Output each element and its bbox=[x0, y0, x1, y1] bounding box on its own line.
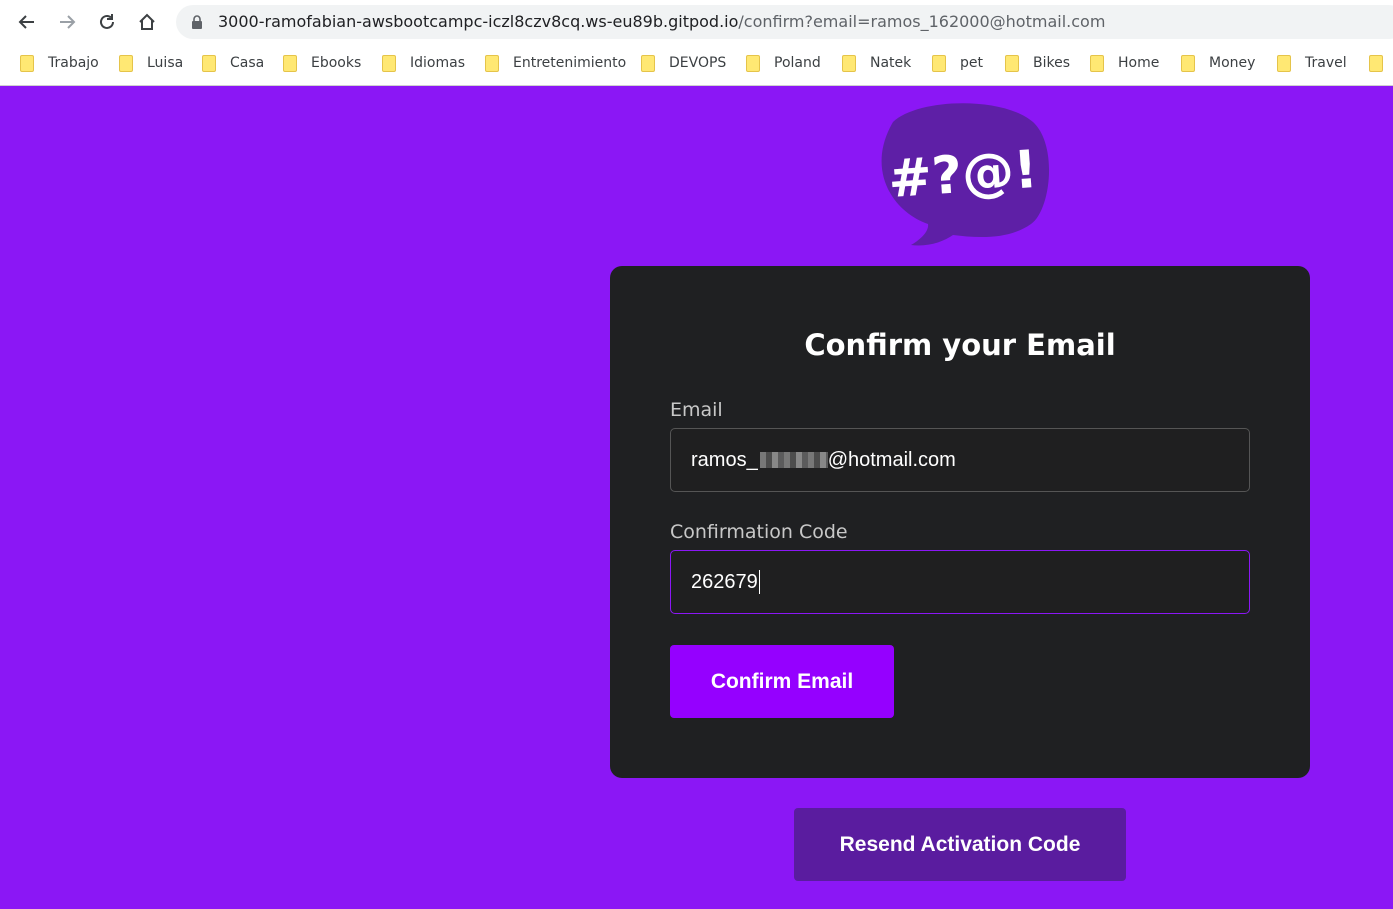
lock-icon bbox=[192, 15, 202, 29]
bookmark-label: Casa bbox=[230, 55, 265, 71]
bookmark-entretenimiento[interactable]: Entretenimiento bbox=[485, 52, 626, 74]
reload-button[interactable] bbox=[93, 8, 121, 36]
email-prefix: ramos_ bbox=[691, 448, 758, 471]
back-button[interactable] bbox=[13, 8, 41, 36]
bookmarks-bar: Trabajo Luisa Casa Ebooks Idiomas Entret… bbox=[0, 44, 1393, 86]
email-label: Email bbox=[670, 399, 723, 421]
url-path: /confirm?email=ramos_162000@hotmail.com bbox=[738, 12, 1106, 31]
bookmark-label: Idiomas bbox=[410, 55, 465, 71]
bookmark-natek[interactable]: Natek bbox=[842, 52, 911, 74]
bookmark-poland[interactable]: Poland bbox=[746, 52, 821, 74]
home-icon bbox=[139, 13, 155, 30]
bookmark-bikes[interactable]: Bikes bbox=[1005, 52, 1070, 74]
resend-activation-code-button[interactable]: Resend Activation Code bbox=[794, 808, 1126, 881]
forward-arrow-icon bbox=[60, 15, 76, 29]
folder-icon bbox=[932, 54, 946, 72]
folder-icon bbox=[641, 54, 655, 72]
bookmark-idiomas[interactable]: Idiomas bbox=[382, 52, 465, 74]
folder-icon bbox=[119, 54, 133, 72]
logo-text: #?@! bbox=[886, 140, 1039, 210]
bookmark-label: Travel bbox=[1305, 55, 1347, 71]
bookmark-label: pet bbox=[960, 55, 983, 71]
confirm-card: Confirm your Email Email ramos_ @hotmail.… bbox=[610, 266, 1310, 778]
folder-icon bbox=[1090, 54, 1104, 72]
app-logo: #?@! bbox=[881, 103, 1050, 246]
bookmark-pet[interactable]: pet bbox=[932, 52, 983, 74]
bookmark-label: Bikes bbox=[1033, 55, 1071, 71]
folder-icon bbox=[20, 54, 34, 72]
bookmark-casa[interactable]: Casa bbox=[202, 52, 264, 74]
bookmarks-overflow[interactable] bbox=[1369, 52, 1393, 74]
bookmark-label: Luisa bbox=[147, 55, 184, 71]
text-caret bbox=[758, 570, 760, 594]
reload-icon bbox=[100, 14, 114, 29]
bookmark-label: Money bbox=[1209, 55, 1256, 71]
folder-icon bbox=[1005, 54, 1019, 72]
confirmation-code-label: Confirmation Code bbox=[670, 521, 848, 543]
home-button[interactable] bbox=[133, 8, 161, 36]
back-arrow-icon bbox=[18, 15, 34, 29]
bookmark-label: Trabajo bbox=[48, 55, 99, 71]
url-host: 3000-ramofabian-awsbootcampc-iczl8czv8cq… bbox=[218, 12, 739, 31]
bookmark-home[interactable]: Home bbox=[1090, 52, 1159, 74]
bookmark-trabajo[interactable]: Trabajo bbox=[20, 52, 99, 74]
confirmation-code-field[interactable]: 262679 bbox=[670, 550, 1250, 614]
bookmark-devops[interactable]: DEVOPS bbox=[641, 52, 726, 74]
folder-icon bbox=[1277, 54, 1291, 72]
bookmark-label: Ebooks bbox=[311, 55, 362, 71]
folder-icon bbox=[485, 54, 499, 72]
folder-icon bbox=[842, 54, 856, 72]
bookmark-label: DEVOPS bbox=[669, 55, 727, 71]
email-field[interactable]: ramos_ @hotmail.com bbox=[670, 428, 1250, 492]
folder-icon bbox=[1181, 54, 1195, 72]
confirm-email-button[interactable]: Confirm Email bbox=[670, 645, 894, 718]
forward-button[interactable] bbox=[53, 8, 81, 36]
email-suffix: @hotmail.com bbox=[827, 448, 956, 471]
page-title: Confirm your Email bbox=[804, 328, 1116, 362]
folder-icon bbox=[202, 54, 216, 72]
bookmark-luisa[interactable]: Luisa bbox=[119, 52, 183, 74]
bookmark-label: Natek bbox=[870, 55, 912, 71]
folder-icon bbox=[283, 54, 297, 72]
browser-toolbar: 3000-ramofabian-awsbootcampc-iczl8czv8cq… bbox=[0, 0, 1393, 44]
bookmark-label: Poland bbox=[774, 55, 821, 71]
address-bar[interactable]: 3000-ramofabian-awsbootcampc-iczl8czv8cq… bbox=[176, 5, 1393, 39]
folder-icon bbox=[382, 54, 396, 72]
bookmark-travel[interactable]: Travel bbox=[1277, 52, 1347, 74]
bookmark-money[interactable]: Money bbox=[1181, 52, 1255, 74]
confirmation-code-value: 262679 bbox=[691, 570, 758, 593]
url-text: 3000-ramofabian-awsbootcampc-iczl8czv8cq… bbox=[218, 12, 1105, 32]
folder-icon bbox=[746, 54, 760, 72]
bookmark-label: Home bbox=[1118, 55, 1160, 71]
bookmark-label: Entretenimiento bbox=[513, 55, 627, 71]
redacted-pixelation bbox=[759, 452, 828, 468]
bookmark-ebooks[interactable]: Ebooks bbox=[283, 52, 361, 74]
folder-icon bbox=[1369, 54, 1383, 72]
